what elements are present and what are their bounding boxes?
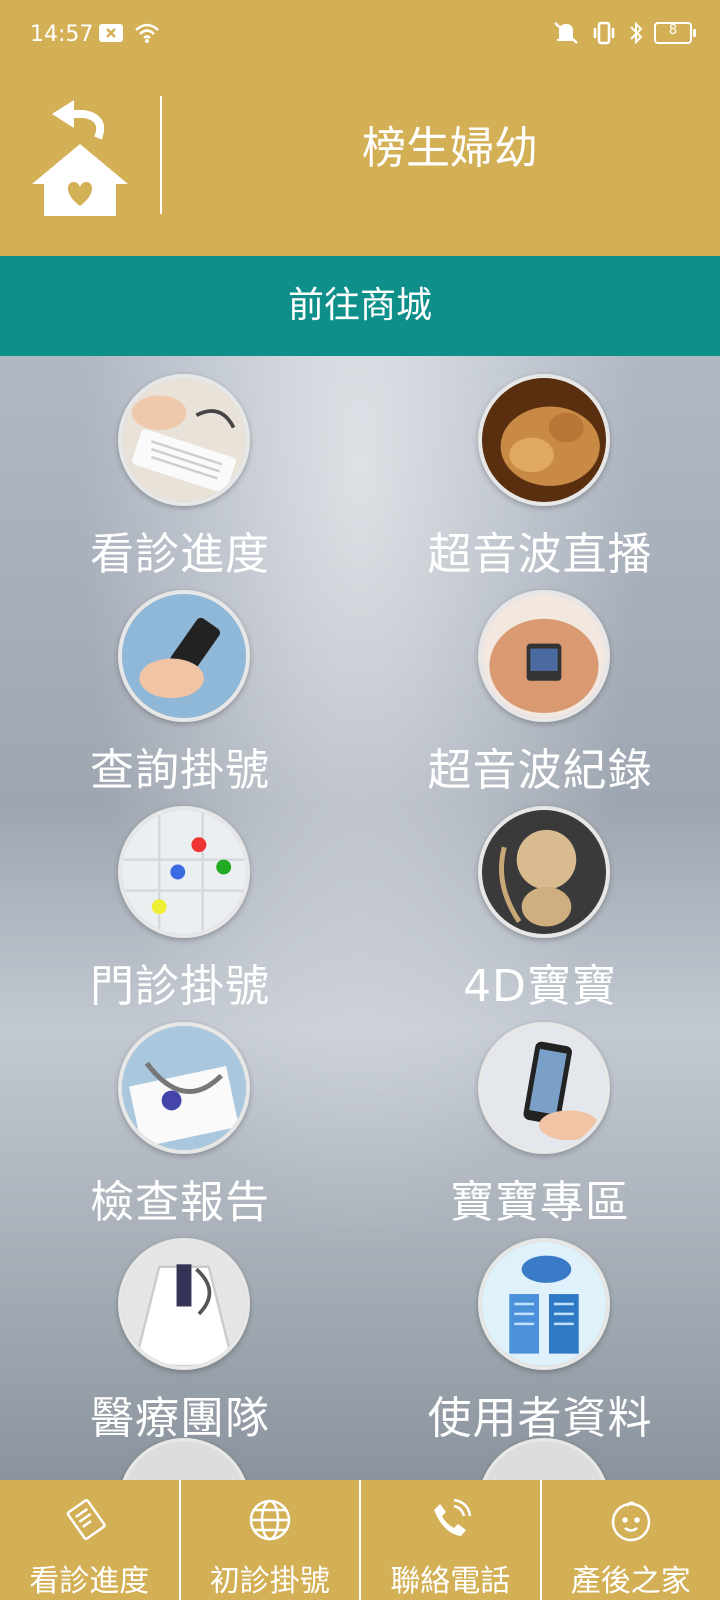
ultrasound-3d-icon [478,374,610,506]
notification-icon [99,24,123,42]
nav-label: 初診掛號 [209,1564,330,1599]
menu-item-4d-baby[interactable]: 4D寶寶 [360,788,720,1012]
status-right-icons: 8 [552,20,696,46]
phone-hand-photo-icon [118,590,250,722]
status-bar: 14:57 8 [0,0,720,72]
menu-item-exam-report[interactable]: 檢查報告 [0,1004,360,1228]
bluetooth-icon [630,21,643,45]
battery-icon: 8 [654,22,696,44]
phone-icon [434,1498,472,1536]
menu-item-user-data[interactable]: 使用者資料 [360,1220,720,1444]
home-heart-icon [32,100,128,216]
menu-grid: 看診進度 超音波直播 查詢掛號 超音波紀錄 門診掛號 4D寶寶 檢查報告 寶寶專… [0,356,720,1480]
menu-label: 醫療團隊 [90,1393,270,1444]
vibrate-icon [593,21,615,45]
nav-label: 看診進度 [29,1564,150,1599]
bottom-nav: 看診進度 初診掛號 聯絡電話 產後之家 [0,1480,720,1600]
nav-postnatal-care[interactable]: 產後之家 [539,1480,720,1600]
page-title: 榜生婦幼 [362,123,538,174]
nav-visit-progress[interactable]: 看診進度 [0,1480,179,1600]
menu-item-ultrasound-record[interactable]: 超音波紀錄 [360,572,720,796]
cloud-server-icon [478,1238,610,1370]
document-icon [66,1499,106,1540]
status-left-icons [98,22,160,44]
nav-label: 聯絡電話 [390,1564,511,1599]
nav-label: 產後之家 [570,1564,691,1599]
baby-phone-photo-icon [478,1022,610,1154]
nav-first-visit-registration[interactable]: 初診掛號 [178,1480,360,1600]
battery-level: 8 [668,23,678,38]
menu-label: 使用者資料 [427,1393,653,1444]
globe-icon [249,1499,290,1541]
menu-item-medical-team[interactable]: 醫療團隊 [0,1220,360,1444]
menu-item-baby-zone[interactable]: 寶寶專區 [360,1004,720,1228]
calendar-pins-icon [118,806,250,938]
baby-face-icon [611,1501,650,1542]
menu-item-check-registration[interactable]: 查詢掛號 [0,572,360,796]
menu-item-visit-progress[interactable]: 看診進度 [0,356,360,580]
baby-figure-icon [478,806,610,938]
doctor-photo-icon [118,1238,250,1370]
status-time: 14:57 [30,22,94,47]
nav-contact-phone[interactable]: 聯絡電話 [359,1480,540,1600]
keyboard-photo-icon [118,374,250,506]
wifi-icon [135,23,159,43]
home-back-button[interactable] [28,96,132,220]
pregnant-belly-photo-icon [478,590,610,722]
app-header: 榜生婦幼 [0,72,720,256]
menu-item-outpatient-registration[interactable]: 門診掛號 [0,788,360,1012]
mute-icon [554,22,578,44]
stethoscope-report-icon [118,1022,250,1154]
header-divider [160,96,162,214]
go-to-shop-button[interactable]: 前往商城 [0,256,720,356]
menu-item-ultrasound-live[interactable]: 超音波直播 [360,356,720,580]
